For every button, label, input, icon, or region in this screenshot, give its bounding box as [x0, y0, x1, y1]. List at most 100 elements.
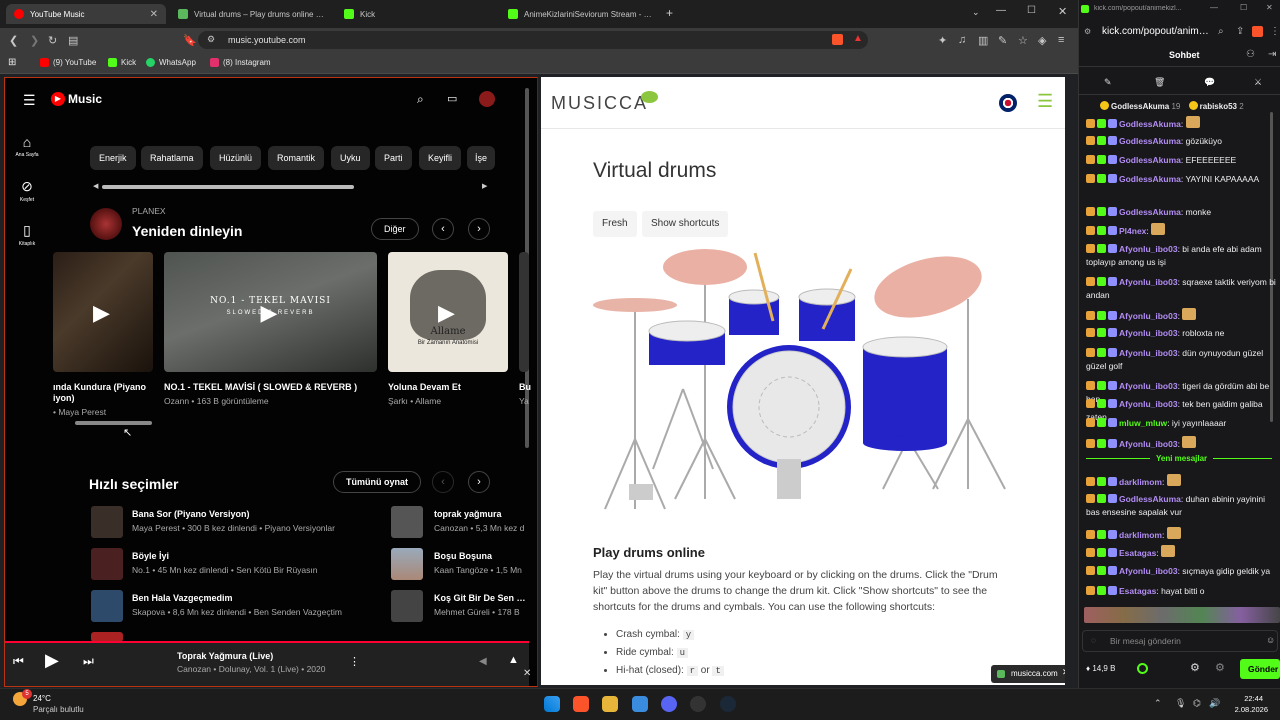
- minimize-icon[interactable]: —: [1210, 3, 1218, 12]
- back-icon[interactable]: ❮: [9, 34, 18, 47]
- scroll-left-icon[interactable]: ◀: [93, 182, 98, 190]
- now-playing-title[interactable]: Toprak Yağmura (Live): [177, 651, 357, 661]
- trash-icon[interactable]: 🗑: [1154, 77, 1165, 88]
- emoji-icon[interactable]: ☺: [1266, 635, 1275, 645]
- extensions-icon[interactable]: ✦: [938, 34, 947, 47]
- crash-cymbal[interactable]: [663, 249, 747, 285]
- album-thumbnail[interactable]: Allame Bir Zamanın Anatomisi ▶: [388, 252, 508, 372]
- floor-tom[interactable]: [862, 336, 948, 451]
- hamburger-icon[interactable]: ☰: [1037, 91, 1053, 112]
- next-button[interactable]: ›: [468, 471, 490, 493]
- volume-icon[interactable]: 🔊: [1209, 698, 1220, 709]
- kick-pedal[interactable]: [777, 459, 801, 499]
- microphone-icon[interactable]: 🎙: [1175, 698, 1186, 709]
- obs-icon[interactable]: [690, 696, 706, 712]
- bookmark-instagram[interactable]: (8) Instagram: [210, 58, 271, 67]
- chat-username[interactable]: Afyonlu_ibo03: [1119, 348, 1178, 358]
- minimize-icon[interactable]: —: [996, 5, 1006, 16]
- album-thumbnail[interactable]: ▶: [53, 252, 153, 372]
- chip[interactable]: Rahatlama: [141, 146, 203, 170]
- points-icon[interactable]: [1137, 663, 1148, 674]
- chat-username[interactable]: Afyonlu_ibo03: [1119, 277, 1178, 287]
- reload-icon[interactable]: ↻: [48, 34, 57, 47]
- chat-bubble-icon[interactable]: 💬: [1204, 77, 1215, 88]
- close-split-icon[interactable]: ✕: [523, 668, 531, 679]
- chat-username[interactable]: Esatagas: [1119, 548, 1156, 558]
- discord-icon[interactable]: [661, 696, 677, 712]
- prev-button[interactable]: ‹: [432, 471, 454, 493]
- address-bar[interactable]: music.youtube.com: [198, 31, 868, 49]
- chat-username[interactable]: Afyonlu_ibo03: [1119, 328, 1178, 338]
- song-title[interactable]: Boşu Boşuna: [434, 551, 529, 561]
- hamburger-icon[interactable]: ☰: [23, 92, 36, 109]
- chat-username[interactable]: darklimom: [1119, 530, 1162, 540]
- site-info-icon[interactable]: ⚙: [207, 34, 215, 45]
- star-icon[interactable]: ☆: [1018, 34, 1028, 47]
- chip[interactable]: Romantik: [268, 146, 325, 170]
- chat-username[interactable]: GodlessAkuma: [1119, 155, 1181, 165]
- brave-shield-icon[interactable]: [1252, 26, 1263, 37]
- play-icon[interactable]: ▶: [438, 300, 455, 326]
- app-logo[interactable]: Music: [68, 92, 102, 106]
- site-info-icon[interactable]: ⚙: [1084, 27, 1091, 36]
- brave-shield-icon[interactable]: [832, 34, 843, 45]
- chat-username[interactable]: GodlessAkuma: [1119, 136, 1181, 146]
- sidebar-item-explore[interactable]: ⊘ Keşfet: [11, 178, 43, 203]
- planex-avatar[interactable]: [90, 208, 122, 240]
- drum-kit[interactable]: [593, 239, 1013, 519]
- sidebar-item-library[interactable]: ▯ Kitaplık: [11, 222, 43, 247]
- close-window-icon[interactable]: ✕: [1058, 5, 1067, 18]
- play-icon[interactable]: ▶: [93, 300, 110, 326]
- chat-username[interactable]: Esatagas: [1119, 586, 1156, 596]
- song-thumbnail[interactable]: [91, 590, 123, 622]
- file-explorer-icon[interactable]: [602, 696, 618, 712]
- chat-username[interactable]: GodlessAkuma: [1119, 207, 1181, 217]
- youtube-music-logo-icon[interactable]: ▶: [51, 92, 65, 106]
- show-shortcuts-button[interactable]: Show shortcuts: [642, 211, 729, 237]
- play-icon[interactable]: ▶: [45, 650, 59, 671]
- cast-icon[interactable]: ▭: [447, 92, 457, 105]
- site-logo[interactable]: MUSICCA: [551, 93, 648, 114]
- chat-username[interactable]: mluw_mluw: [1119, 418, 1167, 428]
- scroll-right-icon[interactable]: ▶: [482, 182, 487, 190]
- chip[interactable]: Keyifli: [419, 146, 462, 170]
- expand-icon[interactable]: ⇥: [1268, 49, 1276, 60]
- card-title[interactable]: NO.1 - TEKEL MAVİSİ ( SLOWED & REVERB ): [164, 382, 377, 392]
- card-title[interactable]: ında Kundura (Piyano: [53, 382, 153, 392]
- song-title[interactable]: Bana Sor (Piyano Versiyon): [132, 509, 382, 519]
- bookmark-kick[interactable]: Kick: [108, 58, 136, 67]
- bookmark-whatsapp[interactable]: WhatsApp: [146, 58, 196, 67]
- network-icon[interactable]: ⌬: [1193, 698, 1201, 709]
- close-window-icon[interactable]: ✕: [1266, 3, 1273, 12]
- chip[interactable]: Uyku: [331, 146, 370, 170]
- drum-kit-button[interactable]: Fresh: [593, 211, 637, 237]
- volume-icon[interactable]: ◀: [479, 656, 487, 667]
- menu-icon[interactable]: ≡: [1058, 34, 1064, 46]
- chat-username[interactable]: Afyonlu_ibo03: [1119, 399, 1178, 409]
- more-button[interactable]: Diğer: [371, 218, 419, 240]
- next-button[interactable]: ›: [468, 218, 490, 240]
- vpn-icon[interactable]: ◈: [1038, 34, 1046, 47]
- previous-track-icon[interactable]: ⏮: [13, 654, 24, 669]
- card-title[interactable]: Yoluna Devam Et: [388, 382, 508, 392]
- next-track-icon[interactable]: ⏭: [83, 654, 94, 669]
- chat-username[interactable]: GodlessAkuma: [1119, 494, 1181, 504]
- play-icon[interactable]: ▶: [261, 300, 278, 326]
- close-icon[interactable]: ✕: [1062, 667, 1065, 678]
- chip-scrollbar[interactable]: [102, 185, 354, 189]
- hi-hat-pedal[interactable]: [629, 484, 653, 500]
- tab-kick[interactable]: Kick: [336, 4, 498, 24]
- hi-hat-cymbal[interactable]: [593, 298, 677, 312]
- sidebar-icon[interactable]: ▤: [68, 34, 78, 47]
- snare-drum[interactable]: [648, 320, 726, 365]
- brave-rewards-icon[interactable]: ▲: [853, 33, 863, 44]
- sword-icon[interactable]: ⚔: [1254, 77, 1262, 88]
- steam-icon[interactable]: [720, 696, 736, 712]
- tab-virtual-drums[interactable]: Virtual drums – Play drums online | M: [170, 4, 332, 24]
- chat-username[interactable]: GodlessAkuma: [1119, 119, 1181, 129]
- menu-icon[interactable]: ⋮: [1270, 26, 1280, 37]
- more-options-icon[interactable]: ⋮: [349, 655, 360, 668]
- album-thumbnail[interactable]: [519, 252, 529, 372]
- brave-icon[interactable]: [573, 696, 589, 712]
- split-view-icon[interactable]: ▥: [978, 34, 988, 47]
